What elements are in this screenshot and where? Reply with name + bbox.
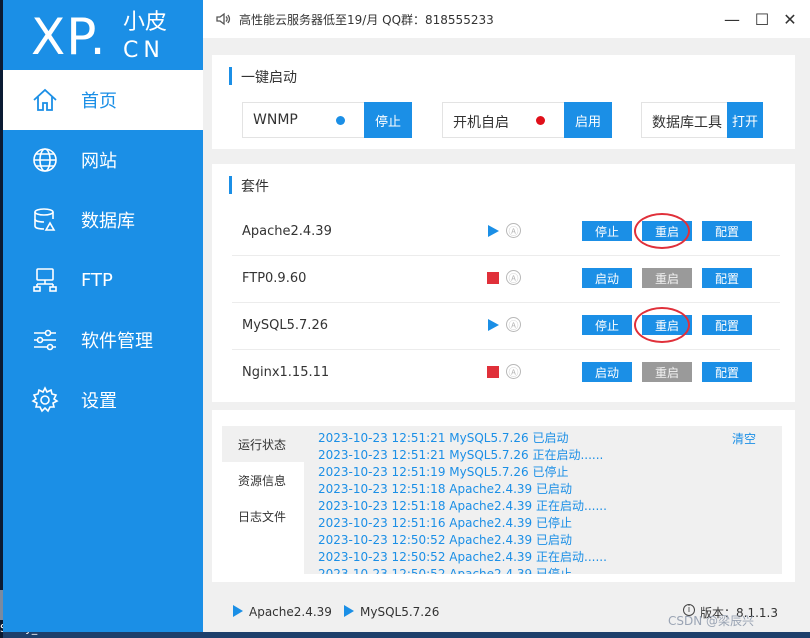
dbtool-open-button[interactable]: 打开 bbox=[727, 102, 763, 138]
maximize-button[interactable]: ☐ bbox=[751, 8, 773, 30]
auto-start-icon[interactable]: Ⓐ bbox=[506, 223, 521, 238]
tab-log-files[interactable]: 日志文件 bbox=[222, 498, 304, 534]
running-icon bbox=[488, 319, 499, 331]
log-line: 2023-10-23 12:50:52 Apache2.4.39 已启动 bbox=[318, 533, 573, 547]
ftp-icon bbox=[33, 268, 57, 292]
suite-panel: 套件 Apache2.4.39 Ⓐ 停止 重启 配置 FTP0.9.60 Ⓐ 启… bbox=[212, 164, 795, 402]
logo-cn-top: 小皮 bbox=[123, 10, 168, 35]
wnmp-label: WNMP bbox=[253, 112, 298, 128]
mysql-stop-button[interactable]: 停止 bbox=[582, 315, 632, 335]
sidebar-item-home[interactable]: 首页 bbox=[3, 70, 203, 130]
log-line: 2023-10-23 12:51:18 Apache2.4.39 已启动 bbox=[318, 482, 573, 496]
ftp-start-button[interactable]: 启动 bbox=[582, 268, 632, 288]
section-marker bbox=[229, 176, 232, 194]
notice-text[interactable]: 高性能云服务器低至19/月 QQ群：818555233 bbox=[239, 11, 494, 28]
tab-resource-info[interactable]: 资源信息 bbox=[222, 462, 304, 498]
log-line: 2023-10-23 12:51:21 MySQL5.7.26 已启动 bbox=[318, 431, 569, 445]
log-line: 2023-10-23 12:51:16 Apache2.4.39 已停止 bbox=[318, 516, 573, 530]
log-output[interactable]: 2023-10-23 12:51:21 MySQL5.7.26 已启动 2023… bbox=[304, 426, 782, 574]
section-marker bbox=[229, 67, 232, 85]
play-icon bbox=[344, 605, 354, 617]
apache-config-button[interactable]: 配置 bbox=[702, 221, 752, 241]
sidebar-item-label: 软件管理 bbox=[81, 331, 153, 352]
sidebar-item-website[interactable]: 网站 bbox=[3, 130, 203, 190]
apache-stop-button[interactable]: 停止 bbox=[582, 221, 632, 241]
tab-run-status[interactable]: 运行状态 bbox=[222, 426, 304, 462]
suite-row-ftp: FTP0.9.60 Ⓐ 启动 重启 配置 bbox=[232, 256, 780, 303]
nginx-restart-button: 重启 bbox=[642, 362, 692, 382]
mysql-restart-button[interactable]: 重启 bbox=[642, 315, 692, 335]
title-bar: 高性能云服务器低至19/月 QQ群：818555233 — ☐ ✕ bbox=[203, 0, 810, 38]
autostart-label: 开机自启 bbox=[453, 115, 509, 131]
log-tabs: 运行状态 资源信息 日志文件 bbox=[222, 426, 304, 534]
service-name: MySQL5.7.26 bbox=[242, 318, 328, 333]
wnmp-status-dot bbox=[336, 116, 345, 125]
stopped-icon bbox=[487, 272, 499, 284]
watermark: CSDN @梁辰兴 bbox=[668, 614, 755, 628]
dbtool-label: 数据库工具 bbox=[652, 115, 722, 131]
service-name: Apache2.4.39 bbox=[242, 224, 332, 239]
autostart-status-dot bbox=[536, 116, 545, 125]
sidebar-item-software[interactable]: 软件管理 bbox=[3, 310, 203, 370]
sidebar: XP. 小皮 CN 首页 网站 数据库 FTP 软件管理 设置 bbox=[3, 0, 203, 632]
apache-restart-button[interactable]: 重启 bbox=[642, 221, 692, 241]
sidebar-item-ftp[interactable]: FTP bbox=[3, 250, 203, 310]
status-apache: Apache2.4.39 bbox=[249, 605, 332, 619]
logo-text: XP. bbox=[31, 8, 107, 66]
sidebar-item-label: 首页 bbox=[81, 91, 117, 112]
globe-icon bbox=[33, 148, 57, 172]
ftp-config-button[interactable]: 配置 bbox=[702, 268, 752, 288]
log-line: 2023-10-23 12:51:21 MySQL5.7.26 正在启动....… bbox=[318, 448, 604, 462]
sidebar-nav: 首页 网站 数据库 FTP 软件管理 设置 bbox=[3, 70, 203, 430]
auto-start-icon[interactable]: Ⓐ bbox=[506, 364, 521, 379]
close-button[interactable]: ✕ bbox=[779, 8, 801, 30]
nginx-config-button[interactable]: 配置 bbox=[702, 362, 752, 382]
sidebar-item-label: 网站 bbox=[81, 151, 117, 172]
app-logo: XP. 小皮 CN bbox=[31, 8, 201, 66]
database-icon bbox=[34, 208, 56, 231]
phpstudy-window: XP. 小皮 CN 首页 网站 数据库 FTP 软件管理 设置 高性能云服务器低… bbox=[3, 0, 810, 632]
play-icon bbox=[233, 605, 243, 617]
sidebar-item-label: FTP bbox=[81, 269, 113, 291]
dbtool-box: 数据库工具 打开 bbox=[641, 102, 763, 138]
suite-row-apache: Apache2.4.39 Ⓐ 停止 重启 配置 bbox=[232, 209, 780, 256]
startup-panel: 一键启动 WNMP 停止 开机自启 启用 数据库工具 打开 bbox=[212, 55, 795, 149]
auto-start-icon[interactable]: Ⓐ bbox=[506, 317, 521, 332]
service-name: FTP0.9.60 bbox=[242, 271, 307, 286]
sidebar-item-label: 设置 bbox=[81, 391, 117, 412]
ftp-restart-button: 重启 bbox=[642, 268, 692, 288]
stopped-icon bbox=[487, 366, 499, 378]
logo-cn-bottom: CN bbox=[123, 38, 165, 63]
log-line: 2023-10-23 12:51:18 Apache2.4.39 正在启动...… bbox=[318, 499, 607, 513]
section-title-suite: 套件 bbox=[241, 179, 269, 195]
log-line: 2023-10-23 12:51:19 MySQL5.7.26 已停止 bbox=[318, 465, 569, 479]
log-line: 2023-10-23 12:50:52 Apache2.4.39 正在启动...… bbox=[318, 550, 607, 564]
wnmp-stop-button[interactable]: 停止 bbox=[364, 102, 412, 138]
mysql-config-button[interactable]: 配置 bbox=[702, 315, 752, 335]
clear-log-link[interactable]: 清空 bbox=[732, 430, 756, 447]
sidebar-item-database[interactable]: 数据库 bbox=[3, 190, 203, 250]
minimize-button[interactable]: — bbox=[721, 8, 743, 30]
auto-start-icon[interactable]: Ⓐ bbox=[506, 270, 521, 285]
sidebar-item-label: 数据库 bbox=[81, 211, 135, 232]
nginx-start-button[interactable]: 启动 bbox=[582, 362, 632, 382]
service-name: Nginx1.15.11 bbox=[242, 365, 330, 380]
suite-row-nginx: Nginx1.15.11 Ⓐ 启动 重启 配置 bbox=[232, 350, 780, 397]
log-line: 2023-10-23 12:50:52 Apache2.4.39 已停止 bbox=[318, 567, 573, 574]
status-mysql: MySQL5.7.26 bbox=[360, 605, 440, 619]
home-icon bbox=[33, 88, 57, 111]
log-panel: 运行状态 资源信息 日志文件 2023-10-23 12:51:21 MySQL… bbox=[212, 410, 795, 582]
running-icon bbox=[488, 225, 499, 237]
suite-row-mysql: MySQL5.7.26 Ⓐ 停止 重启 配置 bbox=[232, 303, 780, 350]
sidebar-item-settings[interactable]: 设置 bbox=[3, 370, 203, 430]
section-title-startup: 一键启动 bbox=[241, 70, 297, 86]
speaker-icon bbox=[216, 12, 231, 26]
wnmp-box: WNMP 停止 bbox=[242, 102, 412, 138]
autostart-enable-button[interactable]: 启用 bbox=[564, 102, 612, 138]
gear-icon bbox=[31, 386, 59, 413]
sliders-icon bbox=[34, 329, 56, 351]
autostart-box: 开机自启 启用 bbox=[442, 102, 612, 138]
